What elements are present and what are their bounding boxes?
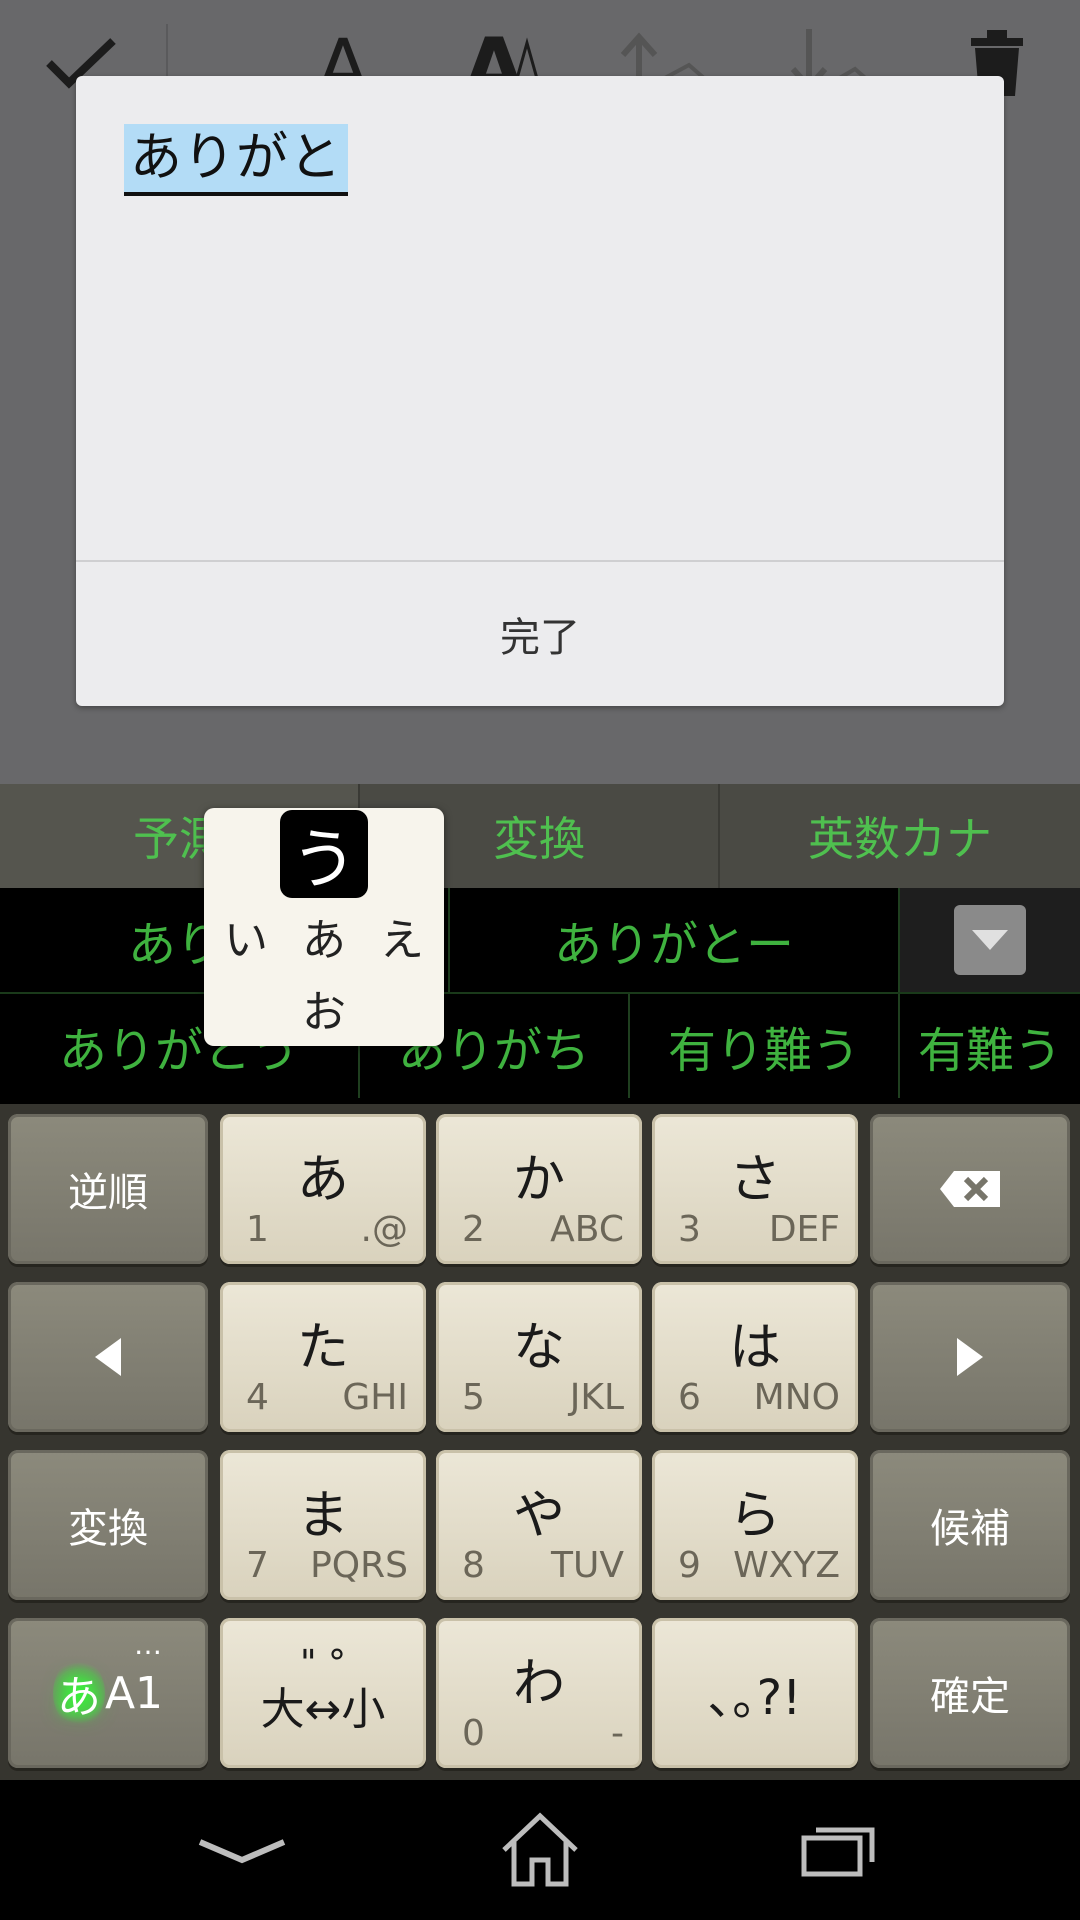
flick-right-char: え xyxy=(380,915,424,966)
composing-text[interactable]: ありがと xyxy=(124,124,349,196)
key-ha[interactable]: は 6 MNO xyxy=(652,1282,858,1432)
key-number: 7 xyxy=(246,1545,269,1586)
candidates-key[interactable]: 候補 xyxy=(870,1450,1070,1600)
cursor-right-key[interactable] xyxy=(870,1282,1070,1432)
flick-origin-char: あ xyxy=(302,915,346,966)
key-alpha: - xyxy=(611,1713,624,1754)
candidate-item[interactable]: ありがとー xyxy=(450,888,900,992)
confirm-key[interactable]: 確定 xyxy=(870,1618,1070,1768)
key-sub-labels: 6 MNO xyxy=(678,1377,840,1418)
nav-recents-icon xyxy=(801,1827,875,1877)
expand-candidates-cell xyxy=(900,888,1080,992)
key-alpha: TUV xyxy=(551,1545,624,1586)
flick-center-char: う xyxy=(280,810,368,898)
key-number: 9 xyxy=(678,1545,701,1586)
convert-key[interactable]: 変換 xyxy=(8,1450,208,1600)
key-ra[interactable]: ら 9 WXYZ xyxy=(652,1450,858,1600)
candidate-list: ありがと ありがとー ありがとう ありがち 有り難う 有難う xyxy=(0,888,1080,1104)
system-nav-bar xyxy=(0,1780,1080,1920)
key-number: 8 xyxy=(462,1545,485,1586)
key-alpha: WXYZ xyxy=(733,1545,840,1586)
key-main-char: わ xyxy=(512,1654,565,1714)
flick-left-char: い xyxy=(224,915,268,966)
input-mode-key[interactable]: あ A1 … xyxy=(8,1618,208,1768)
key-number: 1 xyxy=(246,1209,269,1250)
punctuation-key[interactable]: ､｡?! xyxy=(652,1618,858,1768)
key-main-char: あ xyxy=(296,1150,349,1210)
key-alpha: ABC xyxy=(550,1209,624,1250)
key-number: 6 xyxy=(678,1377,701,1418)
nav-home-button[interactable] xyxy=(460,1800,620,1900)
key-number: 0 xyxy=(462,1713,485,1754)
key-ya[interactable]: や 8 TUV xyxy=(436,1450,642,1600)
key-sub-labels: 2 ABC xyxy=(462,1209,624,1250)
cursor-right-icon xyxy=(957,1338,983,1376)
key-alpha: JKL xyxy=(569,1377,624,1418)
key-number: 3 xyxy=(678,1209,701,1250)
expand-candidates-button[interactable] xyxy=(954,905,1026,975)
candidate-item[interactable]: 有難う xyxy=(900,994,1080,1098)
key-number: 4 xyxy=(246,1377,269,1418)
key-sa[interactable]: さ 3 DEF xyxy=(652,1114,858,1264)
key-alpha: PQRS xyxy=(310,1545,408,1586)
key-main-char: な xyxy=(512,1318,565,1378)
mode-hiragana-indicator: あ xyxy=(52,1659,105,1727)
nav-back-button[interactable] xyxy=(162,1800,322,1900)
key-a[interactable]: あ 1 .@ xyxy=(220,1114,426,1264)
size-toggle-label: 大↔小 xyxy=(260,1684,386,1735)
mode-more-dots: … xyxy=(134,1628,162,1661)
flick-down-char: お xyxy=(302,987,346,1038)
key-main-char: や xyxy=(512,1486,565,1546)
key-alpha: DEF xyxy=(768,1209,840,1250)
backspace-key[interactable] xyxy=(870,1114,1070,1264)
dakuten-label: " ° xyxy=(299,1643,346,1684)
key-main-char: は xyxy=(728,1318,781,1378)
key-wa[interactable]: わ 0- xyxy=(436,1618,642,1768)
cursor-left-key[interactable] xyxy=(8,1282,208,1432)
key-sub-labels: 0- xyxy=(462,1713,624,1754)
flick-guide-popup: う い あ え お xyxy=(204,808,444,1046)
ime-mode-bar: 予測 変換 英数カナ xyxy=(0,784,1080,888)
dakuten-size-key[interactable]: " ° 大↔小 xyxy=(220,1618,426,1768)
key-na[interactable]: な 5 JKL xyxy=(436,1282,642,1432)
key-sub-labels: 1 .@ xyxy=(246,1209,408,1250)
reverse-key[interactable]: 逆順 xyxy=(8,1114,208,1264)
done-button[interactable]: 完了 xyxy=(76,562,1004,706)
mode-alnum-label: A1 xyxy=(104,1667,164,1719)
key-main-char: ま xyxy=(296,1486,349,1546)
key-alpha: MNO xyxy=(753,1377,840,1418)
key-number: 2 xyxy=(462,1209,485,1250)
key-ta[interactable]: た 4 GHI xyxy=(220,1282,426,1432)
key-number: 5 xyxy=(462,1377,485,1418)
text-edit-dialog: ありがと 完了 xyxy=(76,76,1004,706)
key-sub-labels: 5 JKL xyxy=(462,1377,624,1418)
key-sub-labels: 3 DEF xyxy=(678,1209,840,1250)
backspace-icon xyxy=(940,1171,1000,1207)
key-sub-labels: 7 PQRS xyxy=(246,1545,408,1586)
nav-back-icon xyxy=(198,1839,286,1864)
key-main-char: た xyxy=(296,1318,349,1378)
key-sub-labels: 8 TUV xyxy=(462,1545,624,1586)
key-main-char: ら xyxy=(728,1486,781,1546)
key-main-char: か xyxy=(512,1150,565,1210)
key-sub-labels: 4 GHI xyxy=(246,1377,408,1418)
candidate-row: ありがとう ありがち 有り難う 有難う xyxy=(0,994,1080,1100)
nav-home-icon xyxy=(502,1812,578,1887)
key-alpha: .@ xyxy=(360,1209,408,1250)
candidate-row: ありがと ありがとー xyxy=(0,888,1080,994)
expand-down-icon xyxy=(972,930,1008,950)
key-main-char: さ xyxy=(728,1150,781,1210)
cursor-left-icon xyxy=(95,1338,121,1376)
nav-recents-button[interactable] xyxy=(758,1800,918,1900)
ime-keyboard: 逆順 あ 1 .@ か 2 ABC さ 3 DEF た 4 GHI な 5 JKL は 6… xyxy=(0,1104,1080,1780)
key-ma[interactable]: ま 7 PQRS xyxy=(220,1450,426,1600)
key-sub-labels: 9 WXYZ xyxy=(678,1545,840,1586)
candidate-item[interactable]: 有り難う xyxy=(630,994,900,1098)
key-alpha: GHI xyxy=(342,1377,408,1418)
tab-alnum-kana[interactable]: 英数カナ xyxy=(720,784,1080,888)
key-ka[interactable]: か 2 ABC xyxy=(436,1114,642,1264)
